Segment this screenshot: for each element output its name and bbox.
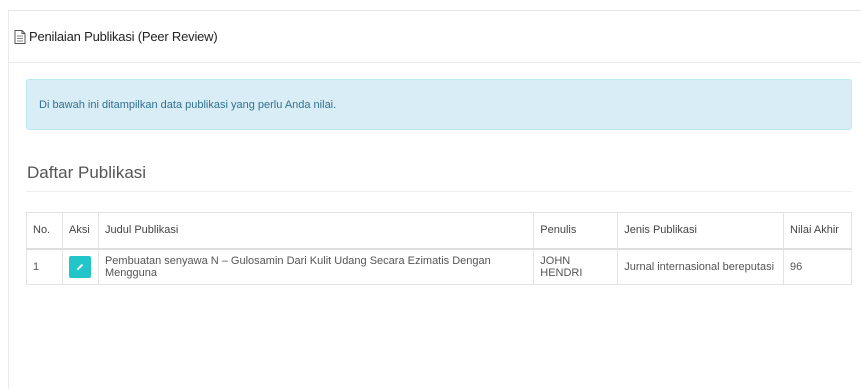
header-jenis: Jenis Publikasi [617, 212, 785, 250]
cell-judul: Pembuatan senyawa N – Gulosamin Dari Kul… [97, 248, 535, 285]
top-strip [0, 0, 861, 10]
table-row: 1 Pembuatan senyawa N – Gulosamin Dari K… [26, 248, 852, 285]
info-alert: Di bawah ini ditampilkan data publikasi … [26, 79, 852, 130]
info-alert-text: Di bawah ini ditampilkan data publikasi … [39, 98, 337, 111]
section-title: Daftar Publikasi [27, 163, 147, 182]
cell-aksi [61, 248, 99, 285]
header-no: No. [26, 212, 63, 250]
header-penulis: Penulis [533, 212, 619, 250]
pencil-icon [76, 263, 84, 270]
panel-body: Di bawah ini ditampilkan data publikasi … [9, 79, 861, 285]
cell-no: 1 [26, 248, 63, 285]
peer-review-panel: Penilaian Publikasi (Peer Review) Di baw… [8, 10, 861, 389]
section-divider [26, 191, 852, 192]
header-nilai: Nilai Akhir [783, 212, 852, 250]
edit-button[interactable] [68, 255, 91, 278]
table-header-row: No. Aksi Judul Publikasi Penulis Jenis P… [26, 212, 852, 250]
header-aksi: Aksi [61, 212, 99, 250]
header-judul: Judul Publikasi [97, 212, 535, 250]
panel-heading: Penilaian Publikasi (Peer Review) [9, 11, 861, 63]
panel-title: Penilaian Publikasi (Peer Review) [29, 29, 218, 44]
document-icon [13, 29, 27, 45]
cell-jenis: Jurnal internasional bereputasi [617, 248, 785, 285]
publication-table: No. Aksi Judul Publikasi Penulis Jenis P… [26, 212, 852, 285]
cell-penulis: JOHN HENDRI [533, 248, 619, 285]
cell-nilai: 96 [783, 248, 852, 285]
